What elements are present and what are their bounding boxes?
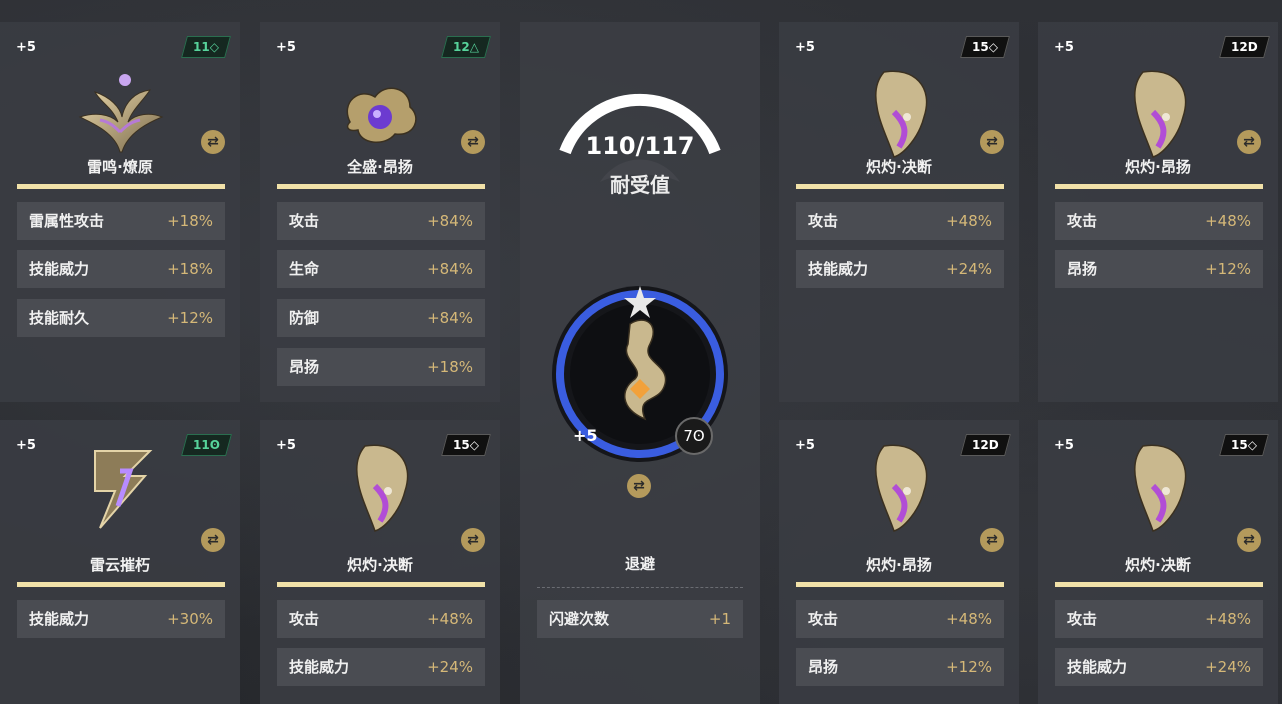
cost-indicator: 7ʘ [675, 417, 713, 455]
cost-badge: 15◇ [1219, 434, 1269, 456]
level-label: +5 [795, 438, 815, 453]
echo-card-4[interactable]: +5 15◇ ⇄ 炽灼·决断 攻击 +48% 技能威力 +24% [260, 420, 500, 704]
echo-name: 雷鸣·燎原 [87, 158, 153, 176]
cost-badge: 12D [960, 434, 1011, 456]
stat-row: 昂扬 +12% [1055, 250, 1263, 288]
cost-badge: 12△ [441, 36, 491, 58]
swap-button[interactable]: ⇄ [201, 528, 225, 552]
cost-badge: 12D [1219, 36, 1270, 58]
stat-row: 攻击 +48% [796, 600, 1004, 638]
rarity-bar [17, 582, 225, 587]
echo-card-1[interactable]: +5 11◇ ⇄ 雷鸣·燎原 雷属性攻击 +18% 技能威力 +18% 技能耐久 +1… [0, 22, 240, 402]
mask-emblem-icon [875, 70, 928, 158]
phoenix-emblem-icon [78, 74, 164, 153]
level-label: +5 [1054, 40, 1074, 55]
stat-row: 攻击 +48% [277, 600, 485, 638]
mask-emblem-icon [356, 444, 409, 532]
stat-row: 攻击 +48% [1055, 600, 1263, 638]
stat-row: 昂扬 +18% [277, 348, 485, 386]
stat-row: 技能威力 +24% [277, 648, 485, 686]
swap-button[interactable]: ⇄ [627, 474, 651, 498]
echo-name: 雷云摧朽 [89, 556, 150, 574]
echo-card-5[interactable]: +5 15◇ ⇄ 炽灼·决断 攻击 +48% 技能威力 +24% [779, 22, 1019, 402]
stat-row: 防御 +84% [277, 299, 485, 337]
swap-button[interactable]: ⇄ [980, 528, 1004, 552]
divider [537, 587, 743, 588]
stat-row: 技能耐久 +12% [17, 299, 225, 337]
stat-row: 昂扬 +12% [796, 648, 1004, 686]
rarity-bar [277, 184, 485, 189]
level-label: +5 [16, 40, 36, 55]
mask-emblem-icon [1134, 70, 1187, 158]
swap-button[interactable]: ⇄ [1237, 528, 1261, 552]
stat-row: 雷属性攻击 +18% [17, 202, 225, 240]
main-echo-panel: 110/117 耐受值 +5 7ʘ ⇄ 退避 闪避次数 +1 [520, 22, 760, 704]
echo-name: 炽灼·决断 [347, 556, 413, 574]
level-label: +5 [16, 438, 36, 453]
level-label: +5 [276, 40, 296, 55]
swap-button[interactable]: ⇄ [980, 130, 1004, 154]
stat-row: 攻击 +84% [277, 202, 485, 240]
mask-emblem-icon [875, 444, 928, 532]
cost-badge: 15◇ [960, 36, 1010, 58]
stat-row: 技能威力 +24% [1055, 648, 1263, 686]
swap-button[interactable]: ⇄ [461, 528, 485, 552]
echo-name: 退避 [624, 555, 655, 573]
rarity-bar [1055, 184, 1263, 189]
cost-badge: 11◇ [181, 36, 231, 58]
stat-row: 技能威力 +30% [17, 600, 225, 638]
level-label: +5 [795, 40, 815, 55]
rarity-bar [796, 184, 1004, 189]
echo-card-3[interactable]: +5 11ʘ ⇄ 雷云摧朽 技能威力 +30% [0, 420, 240, 704]
durability-gauge [559, 93, 721, 182]
rarity-bar [796, 582, 1004, 587]
level-label: +5 [1054, 438, 1074, 453]
stat-row: 技能威力 +24% [796, 250, 1004, 288]
echo-name: 全盛·昂扬 [347, 158, 413, 176]
lightning-emblem-icon [94, 450, 153, 529]
stat-row: 技能威力 +18% [17, 250, 225, 288]
stat-row: 攻击 +48% [1055, 202, 1263, 240]
echo-name: 炽灼·昂扬 [1125, 158, 1191, 176]
echo-name: 炽灼·决断 [866, 158, 932, 176]
stat-row: 闪避次数 +1 [537, 600, 743, 638]
swap-button[interactable]: ⇄ [201, 130, 225, 154]
cost-badge: 15◇ [441, 434, 491, 456]
level-label: +5 [276, 438, 296, 453]
echo-card-2[interactable]: +5 12△ ⇄ 全盛·昂扬 攻击 +84% 生命 +84% 防御 +84% 昂扬 +1… [260, 22, 500, 402]
rarity-bar [17, 184, 225, 189]
cost-badge: 11ʘ [181, 434, 232, 456]
stat-row: 生命 +84% [277, 250, 485, 288]
swap-button[interactable]: ⇄ [1237, 130, 1261, 154]
echo-card-6[interactable]: +5 12D ⇄ 炽灼·昂扬 攻击 +48% 昂扬 +12% [1038, 22, 1278, 402]
stat-row: 攻击 +48% [796, 202, 1004, 240]
durability-value: 110/117 [585, 132, 695, 160]
serpent-orb-emblem-icon [346, 87, 417, 143]
durability-label: 耐受值 [610, 173, 670, 197]
rarity-bar [277, 582, 485, 587]
echo-card-8[interactable]: +5 15◇ ⇄ 炽灼·决断 攻击 +48% 技能威力 +24% [1038, 420, 1278, 704]
echo-name: 炽灼·决断 [1125, 556, 1191, 574]
level-label: +5 [573, 426, 598, 445]
echo-name: 炽灼·昂扬 [866, 556, 932, 574]
echo-card-7[interactable]: +5 12D ⇄ 炽灼·昂扬 攻击 +48% 昂扬 +12% [779, 420, 1019, 704]
swap-button[interactable]: ⇄ [461, 130, 485, 154]
mask-emblem-icon [1134, 444, 1187, 532]
rarity-bar [1055, 582, 1263, 587]
